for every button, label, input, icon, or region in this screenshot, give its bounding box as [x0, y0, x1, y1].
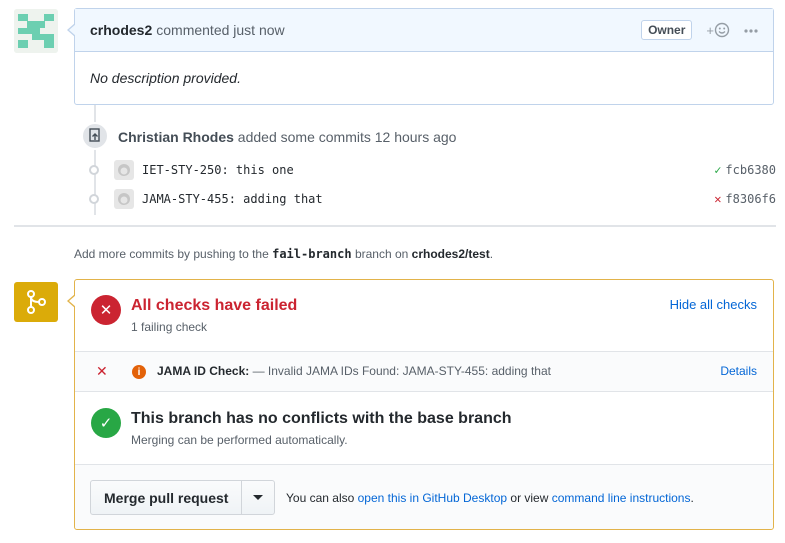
check-description: — Invalid JAMA IDs Found: JAMA-STY-455: …: [252, 364, 551, 378]
git-merge-icon: [14, 282, 58, 322]
alternative-options: You can also open this in GitHub Desktop…: [286, 491, 694, 505]
merge-box: ✕ All checks have failed 1 failing check…: [67, 279, 774, 530]
hint-suffix: .: [489, 247, 494, 261]
merge-method-dropdown[interactable]: [242, 481, 274, 514]
x-icon: ✕: [96, 363, 108, 379]
check-circle-icon: ✓: [91, 408, 121, 438]
commit-sha-text[interactable]: f8306f6: [725, 192, 776, 206]
octocat-icon: [118, 164, 130, 176]
merge-pull-request-button[interactable]: Merge pull request: [91, 481, 243, 514]
commit-row: JAMA-STY-455: adding that ✕ f8306f6: [86, 187, 776, 211]
hint-mid: branch on: [354, 247, 409, 261]
conflict-status: ✓ This branch has no conflicts with the …: [75, 392, 773, 465]
commit-message[interactable]: IET-STY-250: this one: [142, 163, 714, 177]
check-icon[interactable]: ✓: [714, 163, 721, 177]
comment-action: commented just now: [156, 22, 285, 38]
merge-button-group: Merge pull request: [90, 480, 276, 515]
commit-sha[interactable]: ✓ fcb6380: [714, 163, 776, 177]
command-line-link[interactable]: command line instructions: [552, 491, 691, 505]
smiley-icon: [714, 22, 730, 38]
commit-author-avatar[interactable]: [114, 189, 134, 209]
github-desktop-link[interactable]: open this in GitHub Desktop: [358, 491, 507, 505]
comment-body: No description provided.: [90, 70, 241, 86]
also-prefix: You can also: [286, 491, 355, 505]
push-event: Christian Rhodes added some commits 12 h…: [118, 129, 456, 145]
also-suffix: .: [690, 491, 694, 505]
branch-name: fail-branch: [272, 247, 352, 261]
hide-all-checks-link[interactable]: Hide all checks: [670, 297, 757, 312]
octocat-icon: [118, 193, 130, 205]
also-mid: or view: [510, 491, 549, 505]
conflict-subtitle: Merging can be performed automatically.: [131, 433, 348, 447]
push-hint: Add more commits by pushing to the fail-…: [74, 247, 493, 261]
check-text: JAMA ID Check: — Invalid JAMA IDs Found:…: [157, 364, 551, 378]
user-avatar[interactable]: [14, 9, 58, 53]
commit-row: IET-STY-250: this one ✓ fcb6380: [86, 158, 776, 182]
repo-push-icon: [81, 122, 109, 150]
checks-summary: ✕ All checks have failed 1 failing check…: [75, 280, 773, 352]
commit-message[interactable]: JAMA-STY-455: adding that: [142, 192, 714, 206]
more-actions-button[interactable]: [744, 21, 758, 39]
comment-header: crhodes2 commented just now Owner +: [75, 9, 773, 52]
commit-sha-text[interactable]: fcb6380: [725, 163, 776, 177]
fail-status-icon: ✕: [91, 295, 121, 325]
kebab-horizontal-icon: [744, 29, 758, 33]
comment-author[interactable]: crhodes2: [90, 22, 152, 38]
chevron-down-icon: [253, 495, 264, 500]
repo-name: crhodes2/test: [411, 247, 490, 261]
commit-node-icon: [89, 165, 99, 175]
timeline-divider: [14, 225, 776, 227]
add-reaction-button[interactable]: +: [706, 22, 730, 38]
check-name: JAMA ID Check:: [157, 364, 250, 378]
comment-box: crhodes2 commented just now Owner + No d…: [67, 8, 774, 105]
commit-author-avatar[interactable]: [114, 160, 134, 180]
x-icon[interactable]: ✕: [714, 192, 721, 206]
commit-node-icon: [89, 194, 99, 204]
push-actor[interactable]: Christian Rhodes: [118, 129, 234, 145]
check-row: ✕ i JAMA ID Check: — Invalid JAMA IDs Fo…: [75, 352, 773, 392]
hint-prefix: Add more commits by pushing to the: [74, 247, 269, 261]
info-icon: i: [132, 365, 146, 379]
merge-actions: Merge pull request You can also open thi…: [75, 465, 773, 529]
owner-badge: Owner: [641, 20, 693, 40]
details-link[interactable]: Details: [720, 364, 757, 378]
checks-subtitle: 1 failing check: [131, 320, 208, 334]
conflict-title: This branch has no conflicts with the ba…: [131, 410, 512, 427]
checks-title: All checks have failed: [131, 297, 298, 314]
commit-sha[interactable]: ✕ f8306f6: [714, 192, 776, 206]
push-description: added some commits 12 hours ago: [237, 129, 457, 145]
